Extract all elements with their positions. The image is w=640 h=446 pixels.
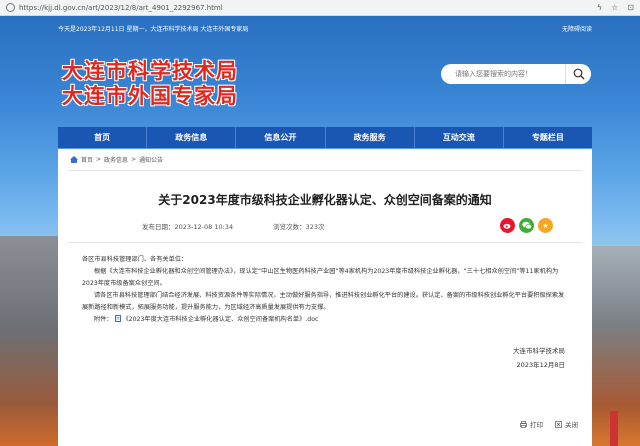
doc-file-icon: [114, 315, 121, 322]
home-icon: [70, 156, 78, 163]
extensions-icon[interactable]: ⊡: [627, 3, 634, 12]
weibo-icon[interactable]: [500, 218, 515, 233]
divider: [68, 242, 582, 243]
site-title-line2: 大连市外国专家局: [62, 83, 238, 108]
nav-item-topics[interactable]: 专题栏目: [504, 127, 592, 148]
breadcrumb-section[interactable]: 政务信息: [104, 155, 128, 164]
search-input[interactable]: [455, 70, 555, 78]
sign-date: 2023年12月8日: [516, 361, 565, 369]
attachment-link[interactable]: 《2023年度大连市科技企业孵化器认定、众创空间备案机构名单》.doc: [123, 316, 319, 323]
close-icon: [555, 420, 562, 428]
paragraph: 请各区市县科技管理部门结合经济发展、科技资源条件等实际情况，主动做好服务指导，推…: [82, 292, 565, 311]
wechat-icon[interactable]: [519, 218, 534, 233]
main-nav: 首页 政务信息 信息公开 政务服务 互动交流 专题栏目: [58, 127, 592, 148]
browser-actions: ϟ ☆ ⊡: [597, 3, 634, 12]
site-title-line1: 大连市科学技术局: [62, 58, 238, 83]
breadcrumb-separator: >: [96, 156, 102, 163]
salutation: 各区市县科技管理部门、各有关单位：: [82, 256, 188, 263]
article-panel: 首页 > 政务信息 > 通知公告 关于2023年度市级科技企业孵化器认定、众创空…: [58, 149, 592, 446]
share-buttons: ★: [500, 218, 553, 233]
breadcrumb-home[interactable]: 首页: [81, 155, 93, 164]
url-text[interactable]: https://kjj.dl.gov.cn/art/2023/12/8/art_…: [19, 4, 223, 12]
close-button[interactable]: 关闭: [555, 419, 578, 429]
article-title: 关于2023年度市级科技企业孵化器认定、众创空间备案的通知: [158, 193, 492, 207]
article-body: 各区市县科技管理部门、各有关单位： 根据《大连市科技企业孵化器和众创空间管理办法…: [82, 254, 570, 326]
lightning-icon[interactable]: ϟ: [597, 3, 602, 12]
breadcrumb: 首页 > 政务信息 > 通知公告: [70, 155, 163, 164]
nav-item-services[interactable]: 政务服务: [326, 127, 415, 148]
nav-item-interaction[interactable]: 互动交流: [415, 127, 504, 148]
date-text: 今天是2023年12月11日 星期一，大连市科学技术局 大连市外国专家局: [58, 25, 249, 33]
view-count: 浏览次数：323次: [273, 223, 325, 231]
attachment-line: 附件： 《2023年度大连市科技企业孵化器认定、众创空间备案机构名单》.doc: [82, 314, 570, 326]
article-meta: 发布日期：2023-12-08 10:34 浏览次数：323次: [142, 221, 325, 231]
breadcrumb-current[interactable]: 通知公告: [139, 155, 163, 164]
search-button[interactable]: [565, 64, 591, 84]
footer-tools: 打印 关闭: [520, 419, 578, 429]
tower-image: [610, 411, 618, 446]
divider: [68, 170, 582, 171]
nav-item-gov-info[interactable]: 政务信息: [147, 127, 237, 148]
city-image-left: [0, 236, 60, 446]
site-header: 大连市科学技术局 大连市外国专家局: [58, 36, 592, 126]
publish-date: 发布日期：2023-12-08 10:34: [142, 223, 234, 231]
print-button[interactable]: 打印: [520, 419, 543, 429]
print-label: 打印: [530, 421, 543, 429]
site-title[interactable]: 大连市科学技术局 大连市外国专家局: [62, 58, 238, 108]
breadcrumb-separator: >: [131, 156, 137, 163]
paragraph: 根据《大连市科技企业孵化器和众创空间管理办法》，现认定“中山区生物医药科技产业园…: [82, 268, 559, 287]
nav-item-disclosure[interactable]: 信息公开: [236, 127, 326, 148]
site-info-icon[interactable]: [6, 3, 15, 12]
print-icon: [520, 420, 527, 428]
favorite-icon[interactable]: ★: [538, 218, 553, 233]
nav-item-home[interactable]: 首页: [58, 127, 148, 148]
star-icon[interactable]: ☆: [611, 3, 618, 12]
search-box: [441, 64, 591, 84]
browser-address-bar[interactable]: https://kjj.dl.gov.cn/art/2023/12/8/art_…: [0, 0, 640, 16]
attachment-label: 附件：: [94, 316, 113, 323]
accessibility-link[interactable]: 无障碍阅读: [562, 24, 592, 33]
top-info-bar: 今天是2023年12月11日 星期一，大连市科学技术局 大连市外国专家局 无障碍…: [58, 20, 592, 36]
close-label: 关闭: [565, 421, 578, 429]
signature: 大连市科学技术局: [513, 347, 565, 355]
search-icon: [573, 68, 584, 80]
